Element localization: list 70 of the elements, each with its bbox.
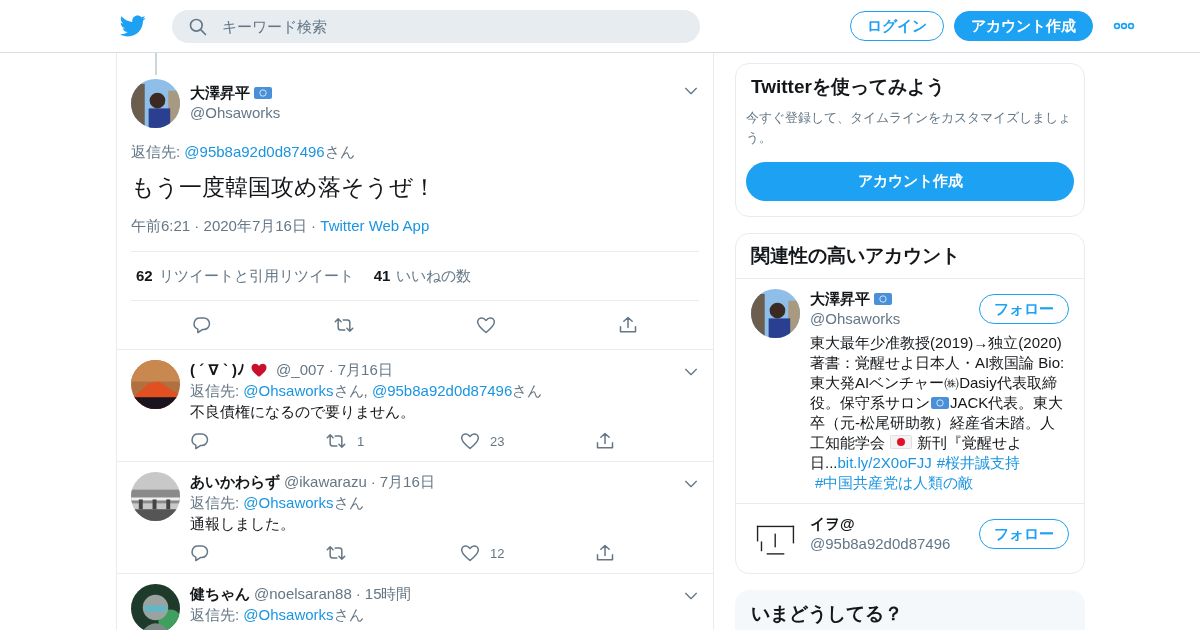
like-count: 12	[490, 545, 505, 561]
retweet-icon[interactable]	[333, 315, 355, 335]
retweet-icon[interactable]	[325, 543, 347, 563]
share-icon[interactable]	[595, 431, 615, 451]
card-title: Twitterを使ってみよう	[750, 75, 946, 99]
follow-button[interactable]: フォロー	[979, 294, 1069, 324]
follow-button[interactable]: フォロー	[979, 519, 1069, 549]
tweet-text: もう一度韓国攻め落そうぜ！	[131, 173, 437, 202]
user-handle[interactable]: @Ohsaworks	[810, 309, 901, 329]
link[interactable]: #中国共産党は人類の敵	[815, 474, 974, 491]
link[interactable]: #桜井誠支持	[936, 454, 1021, 471]
retweet-icon[interactable]	[325, 431, 347, 451]
tweet-date[interactable]: 7月16日	[337, 360, 393, 380]
mention-link[interactable]: @Ohsaworks	[243, 494, 334, 511]
reply-icon[interactable]	[192, 315, 212, 335]
user-handle[interactable]: @noelsaran88	[254, 584, 352, 604]
mention-link[interactable]: Twitter Web App	[320, 217, 430, 234]
reply-to-line: 返信先: @Ohsaworksさん	[190, 493, 365, 513]
user-name[interactable]: あいかわらず	[190, 472, 280, 492]
reply-to-line: 返信先: @Ohsaworksさん, @95b8a92d0d87496さん	[190, 381, 544, 401]
user-name[interactable]: イヲ@	[810, 514, 855, 534]
card-title: いまどうしてる？	[736, 591, 1084, 630]
like-count: 23	[490, 433, 505, 449]
card-text: 今すぐ登録して、タイムラインをカスタマイズしましょう。	[745, 109, 1072, 147]
tweet-text: 不良債権になるので要りません。	[190, 402, 416, 422]
share-icon[interactable]	[618, 315, 638, 335]
search-icon	[188, 16, 208, 37]
reply-to-line: 返信先: @95b8a92d0d87496さん	[131, 142, 356, 162]
link[interactable]: bit.ly/2X0oFJJ	[837, 454, 932, 471]
badge-icon	[931, 397, 949, 409]
card-title: 関連性の高いアカウント	[736, 234, 1084, 279]
search-field[interactable]: キーワード検索	[172, 9, 700, 43]
retweet-count: 1	[357, 433, 365, 449]
user-name[interactable]: ( ´ ∇ ` )ﾉ	[190, 360, 246, 380]
separator-dot: ·	[328, 360, 334, 380]
stat-label[interactable]: いいねの数	[396, 266, 472, 286]
mention-link[interactable]: @Ohsaworks	[243, 606, 334, 623]
heart-icon[interactable]	[460, 431, 480, 451]
flag-icon	[890, 435, 913, 449]
heart-icon[interactable]	[460, 543, 480, 563]
account-bio: 東大最年少准教授(2019)→独立(2020) 著書：覚醒せよ日本人・AI救国論 Bio: 東大発AIベンチャー㈱Dasiy代表取締役。保守系サロン JACK代表。東大卒（元-松尾研助教）経産省未踏。人工知能学会 新刊『覚醒せよ日...bit.ly/2X0oFJJ #桜井誠支持 #中国共産党は人類の敵	[810, 333, 1066, 493]
share-icon[interactable]	[595, 543, 615, 563]
login-button[interactable]: ログイン	[850, 11, 944, 41]
user-name[interactable]: 大澤昇平	[190, 83, 250, 103]
user-handle[interactable]: @ikawarazu	[284, 472, 367, 492]
heart-icon[interactable]	[476, 315, 496, 335]
separator-dot: ·	[370, 472, 376, 492]
reply-to-line: 返信先: @Ohsaworksさん	[190, 605, 365, 625]
signup-button[interactable]: アカウント作成	[746, 162, 1074, 201]
mention-link[interactable]: @Ohsaworks	[243, 382, 334, 399]
bird-icon[interactable]	[120, 13, 146, 39]
mention-link[interactable]: @95b8a92d0d87496	[371, 382, 513, 399]
reply-icon[interactable]	[190, 543, 210, 563]
user-handle[interactable]: @_007	[276, 360, 325, 380]
signup-button[interactable]: アカウント作成	[954, 11, 1093, 41]
stat-label[interactable]: リツイートと引用リツイート	[158, 266, 354, 286]
tweet-date[interactable]: 7月16日	[379, 472, 435, 492]
reply-icon[interactable]	[190, 431, 210, 451]
user-handle[interactable]: @Ohsaworks	[190, 103, 683, 123]
separator-dot: ·	[355, 584, 361, 604]
user-name[interactable]: 健ちゃん	[190, 584, 250, 604]
stat-count[interactable]: 62	[136, 266, 153, 286]
stat-count[interactable]: 41	[373, 266, 391, 286]
user-handle[interactable]: @95b8a92d0d87496	[810, 534, 951, 554]
mention-link[interactable]: @95b8a92d0d87496	[184, 143, 325, 160]
tweet-meta: 午前6:21 · 2020年7月16日 · Twitter Web App	[131, 216, 699, 252]
tweet-date[interactable]: 15時間	[364, 584, 412, 604]
tweet-text: 通報しました。	[190, 514, 296, 534]
user-name[interactable]: 大澤昇平	[810, 289, 870, 309]
more-icon[interactable]	[1113, 22, 1135, 30]
